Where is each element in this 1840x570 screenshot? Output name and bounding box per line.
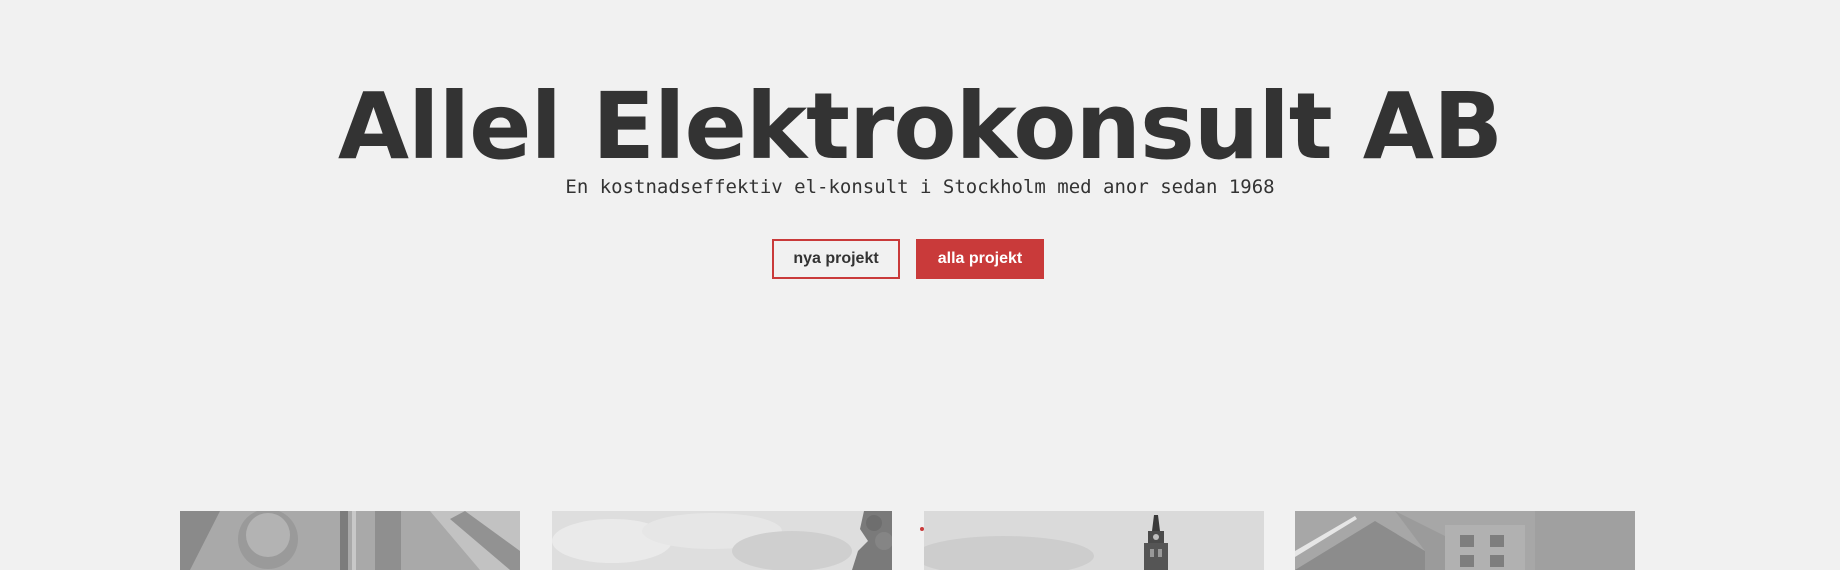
- church-tower-image: [924, 511, 1264, 570]
- all-projects-button[interactable]: alla projekt: [916, 239, 1044, 279]
- page-subtitle: En kostnadseffektiv el-konsult i Stockho…: [565, 176, 1275, 198]
- project-card-church[interactable]: [924, 511, 1264, 570]
- page-title: Allel Elektrokonsult AB: [337, 73, 1503, 180]
- clouds-tree-image: [552, 511, 892, 570]
- project-card-industrial[interactable]: [180, 511, 520, 570]
- industrial-pipes-image: [180, 511, 520, 570]
- new-projects-button[interactable]: nya projekt: [772, 239, 900, 279]
- project-card-building[interactable]: [1295, 511, 1635, 570]
- project-card-clouds[interactable]: [552, 511, 892, 570]
- building-facade-image: [1295, 511, 1635, 570]
